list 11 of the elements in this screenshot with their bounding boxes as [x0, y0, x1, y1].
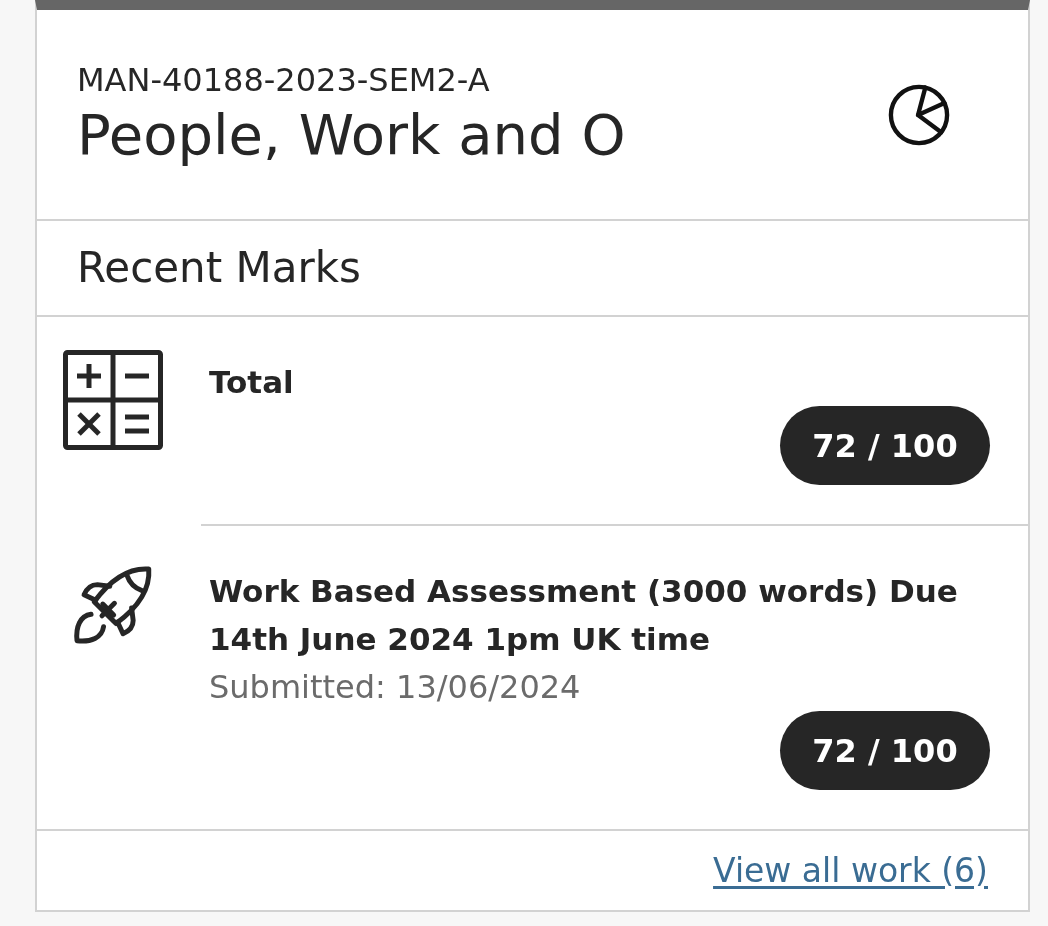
submitted-date: Submitted: 13/06/2024 [209, 667, 582, 708]
course-title: People, Work and O [77, 100, 626, 169]
mark-title[interactable]: Work Based Assessment (3000 words) Due 14th June 2024 1pm UK time [209, 567, 979, 663]
mark-title[interactable]: Total [209, 358, 979, 406]
section-title: Recent Marks [77, 242, 361, 294]
pie-chart-icon[interactable] [888, 83, 950, 146]
score-badge: 72 / 100 [780, 406, 990, 485]
calculator-icon [63, 350, 163, 450]
course-code: MAN-40188-2023-SEM2-A [77, 59, 491, 100]
view-all-work-link[interactable]: View all work (6) [713, 848, 988, 893]
score-badge: 72 / 100 [780, 711, 990, 790]
